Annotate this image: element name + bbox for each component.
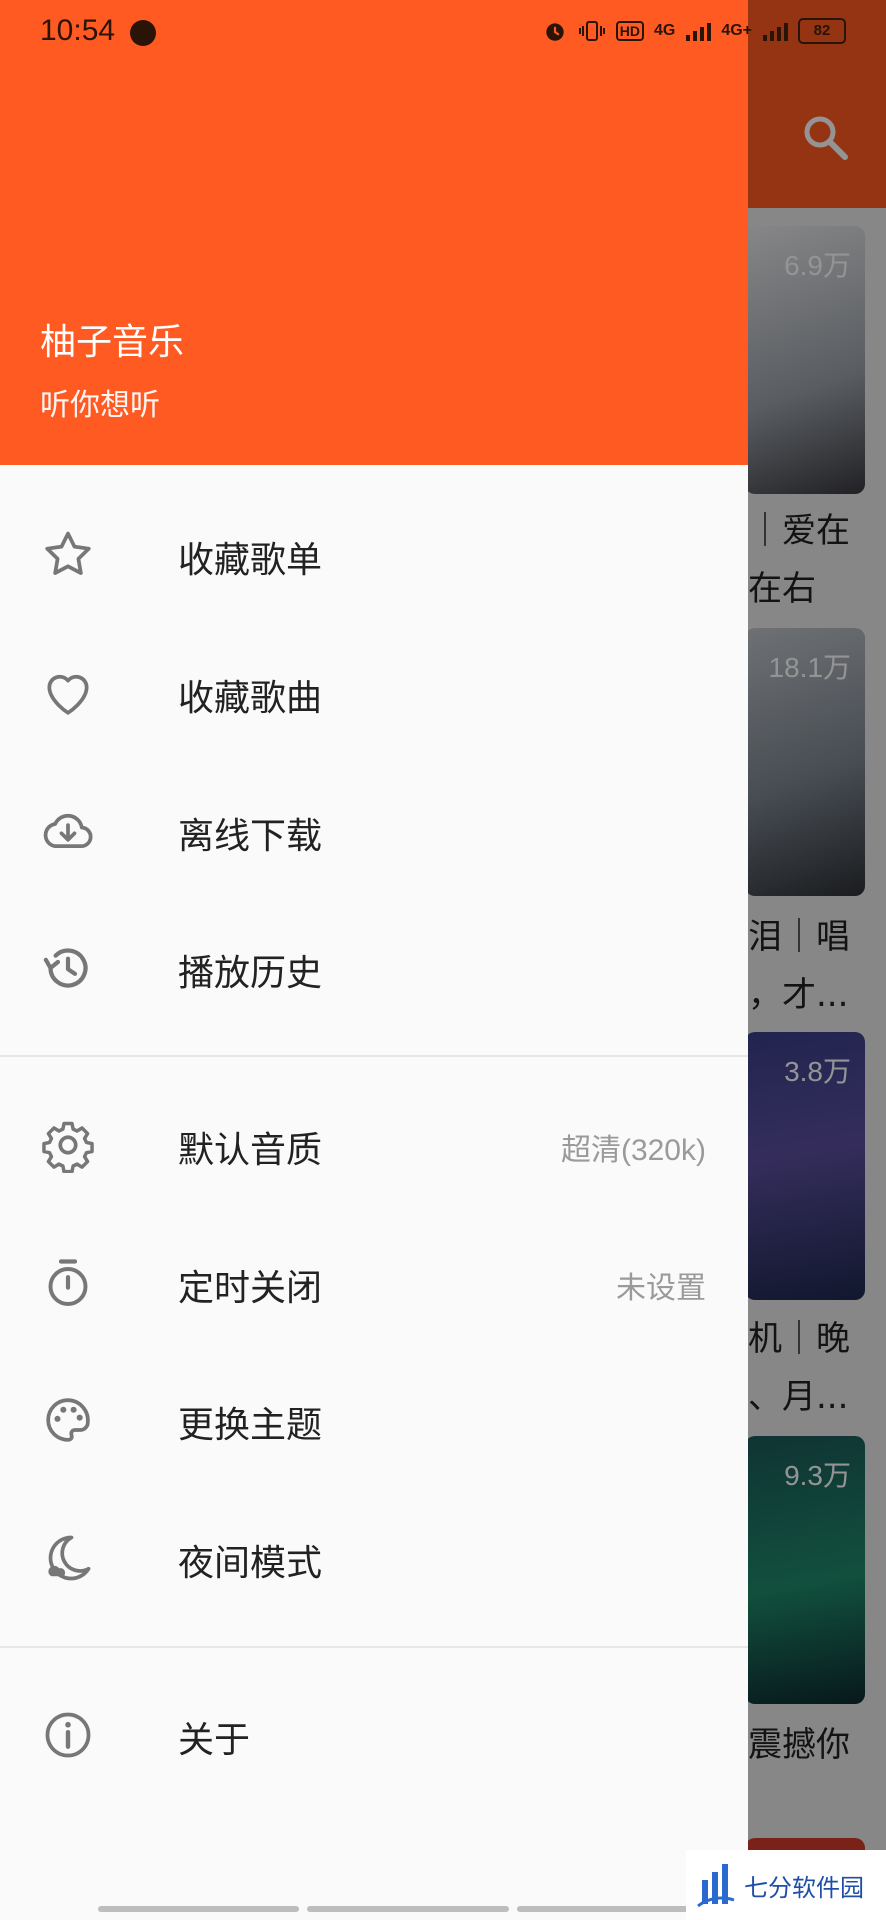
status-icons: HD 4G 4G+ 82 xyxy=(542,18,846,44)
hd-icon: HD xyxy=(615,21,644,41)
network-signal-1: 4G xyxy=(653,22,676,39)
menu-item-label: 默认音质 xyxy=(178,1130,323,1171)
menu-item-label: 定时关闭 xyxy=(178,1268,323,1309)
menu-item-label: 夜间模式 xyxy=(178,1543,323,1584)
timer-icon xyxy=(48,1259,88,1306)
app-slogan: 听你想听 xyxy=(40,388,160,423)
app-name: 柚子音乐 xyxy=(40,322,185,363)
notification-app-icon xyxy=(130,20,156,46)
battery-icon: 82 xyxy=(798,18,846,44)
signal-icon xyxy=(686,23,712,41)
menu-item-label: 播放历史 xyxy=(178,953,323,994)
menu-item-offline-download[interactable]: 离线下载 xyxy=(0,763,748,899)
menu-item-label: 离线下载 xyxy=(178,816,323,857)
vibrate-icon xyxy=(578,21,605,41)
menu-item-label: 关于 xyxy=(178,1720,251,1761)
menu-item-sleep-timer[interactable]: 定时关闭 未设置 xyxy=(0,1215,748,1351)
watermark-logo-icon xyxy=(697,1864,735,1908)
history-icon xyxy=(43,948,88,988)
star-icon xyxy=(45,531,91,575)
menu-item-play-history[interactable]: 播放历史 xyxy=(0,900,748,1036)
network-signal-2: 4G+ xyxy=(721,22,752,39)
gear-icon xyxy=(42,1121,94,1173)
status-bar: 10:54 HD 4G 4G+ 82 xyxy=(0,0,886,66)
menu-item-label: 收藏歌曲 xyxy=(178,678,323,719)
info-icon xyxy=(45,1712,91,1758)
menu-item-about[interactable]: 关于 xyxy=(0,1667,748,1803)
menu-item-favorite-songs[interactable]: 收藏歌曲 xyxy=(0,625,748,761)
menu-item-favorite-playlists[interactable]: 收藏歌单 xyxy=(0,487,748,623)
watermark-text: 七分软件园 xyxy=(744,1873,864,1902)
drawer-header: 柚子音乐 听你想听 xyxy=(0,0,748,465)
menu-divider xyxy=(0,1646,748,1648)
cloud-download-icon xyxy=(43,813,93,849)
navigation-drawer: 柚子音乐 听你想听 收藏歌单 收藏歌曲 离线下载 播放历史 默认音质 超清(32… xyxy=(0,0,748,1920)
heart-icon xyxy=(47,674,89,715)
status-time: 10:54 xyxy=(40,14,116,47)
menu-item-label: 更换主题 xyxy=(178,1405,323,1446)
menu-item-value: 未设置 xyxy=(616,1272,706,1305)
gesture-nav-bar[interactable] xyxy=(98,1906,718,1912)
palette-icon xyxy=(46,1398,90,1442)
menu-item-night-mode[interactable]: 夜间模式 xyxy=(0,1490,748,1626)
menu-divider xyxy=(0,1055,748,1057)
alarm-icon xyxy=(546,23,564,41)
moon-icon xyxy=(48,1535,91,1581)
menu-item-default-quality[interactable]: 默认音质 超清(320k) xyxy=(0,1077,748,1213)
menu-item-change-theme[interactable]: 更换主题 xyxy=(0,1352,748,1488)
menu-item-value: 超清(320k) xyxy=(560,1134,706,1167)
signal-icon xyxy=(763,23,788,41)
menu-item-label: 收藏歌单 xyxy=(178,540,323,581)
watermark: 七分软件园 xyxy=(686,1850,886,1920)
